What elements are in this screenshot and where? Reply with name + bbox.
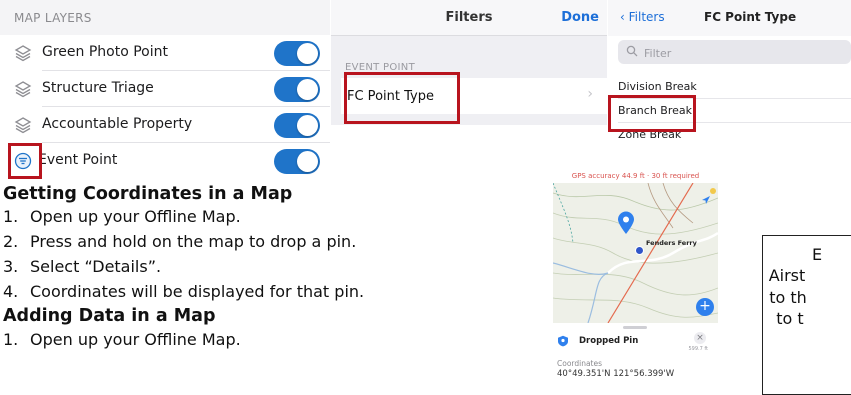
layer-label: Green Photo Point [42, 44, 168, 60]
map-view[interactable]: Fenders Ferry + [553, 183, 718, 323]
step-text: Select “Details”. [30, 257, 162, 276]
callout-text-line: E [811, 245, 823, 264]
close-icon[interactable]: × [694, 332, 706, 344]
dropped-pin-title: Dropped Pin [579, 336, 639, 346]
layer-toggle-green-photo-point[interactable] [274, 41, 320, 66]
step-number: 2. [3, 232, 19, 251]
highlight-box-filter-icon [8, 143, 42, 179]
toggle-knob [297, 151, 318, 172]
callout-text-line: Airst [768, 266, 806, 285]
step-number: 1. [3, 207, 19, 226]
chevron-right-icon: › [587, 86, 593, 102]
step-text: Press and hold on the map to drop a pin. [30, 232, 357, 251]
layer-toggle-structure-triage[interactable] [274, 77, 320, 102]
list-item-label: Division Break [618, 80, 697, 93]
layer-row-structure-triage[interactable]: Structure Triage [0, 71, 330, 107]
gps-accuracy-status: GPS accuracy 44.9 ft · 30 ft required [571, 172, 700, 180]
step-text: Open up your Offline Map. [30, 207, 241, 226]
highlight-box-fc-point-type [344, 72, 460, 124]
layer-label: Event Point [38, 152, 118, 168]
layer-toggle-event-point[interactable] [274, 149, 320, 174]
highlight-box-branch-break [608, 95, 696, 132]
done-button[interactable]: Done [561, 10, 599, 25]
fc-point-type-title: FC Point Type [704, 10, 797, 24]
layers-icon [14, 117, 32, 134]
search-icon [626, 45, 638, 57]
step-text: Open up your Offline Map. [30, 330, 241, 349]
layers-icon [14, 45, 32, 62]
fc-point-type-panel: ‹ Filters FC Point Type Division Break B… [608, 0, 851, 178]
step-number: 4. [3, 282, 19, 301]
layers-icon [14, 81, 32, 98]
instruction-step: 2. Press and hold on the map to drop a pi… [3, 232, 356, 251]
back-button[interactable]: ‹ Filters [620, 10, 665, 24]
toggle-knob [297, 43, 318, 64]
layer-label: Structure Triage [42, 80, 154, 96]
step-text: Coordinates will be displayed for that p… [30, 282, 365, 301]
back-label: Filters [628, 10, 665, 24]
instruction-step: 4. Coordinates will be displayed for that… [3, 282, 364, 301]
section-title-adding-data: Adding Data in a Map [3, 306, 216, 326]
toggle-knob [297, 79, 318, 100]
add-button[interactable]: + [696, 298, 714, 316]
layer-row-green-photo-point[interactable]: Green Photo Point [0, 35, 330, 71]
callout-box: E Airst to th to t [762, 235, 851, 395]
dropped-pin-marker-icon[interactable] [617, 211, 635, 235]
filters-panel: Filters Done EVENT POINT FC Point Type › [331, 0, 607, 125]
step-number: 1. [3, 330, 19, 349]
chevron-left-icon: ‹ [620, 10, 629, 24]
dropped-pin-card[interactable]: Dropped Pin × 599.7 ft Coordinates 40°49… [553, 326, 718, 383]
layer-row-event-point[interactable]: Event Point [0, 143, 330, 179]
callout-text-line: to t [776, 309, 804, 328]
coordinates-value: 40°49.351'N 121°56.399'W [557, 369, 675, 379]
map-layers-panel: MAP LAYERS Green Photo Point Structure T… [0, 0, 330, 179]
filter-search-input[interactable] [642, 43, 846, 63]
layer-row-accountable-property[interactable]: Accountable Property [0, 107, 330, 143]
layer-label: Accountable Property [42, 116, 193, 132]
section-title-getting-coordinates: Getting Coordinates in a Map [3, 184, 293, 204]
filter-search-box[interactable] [618, 40, 851, 64]
drag-handle[interactable] [623, 326, 647, 329]
map-place-label: Fenders Ferry [646, 239, 697, 247]
pin-shield-icon [558, 335, 568, 347]
layer-toggle-accountable-property[interactable] [274, 113, 320, 138]
pin-distance: 599.7 ft [688, 346, 708, 352]
instruction-step: 1. Open up your Offline Map. [3, 330, 241, 349]
map-screenshot: GPS accuracy 44.9 ft · 30 ft required Fe… [551, 168, 720, 383]
navigation-arrow-icon[interactable] [701, 195, 711, 205]
coordinates-label: Coordinates [557, 359, 603, 368]
instruction-step: 1. Open up your Offline Map. [3, 207, 241, 226]
map-layers-header: MAP LAYERS [14, 11, 92, 25]
callout-text-line: to th [769, 288, 807, 307]
toggle-knob [297, 115, 318, 136]
location-dot-icon [635, 246, 644, 255]
step-number: 3. [3, 257, 19, 276]
instruction-step: 3. Select “Details”. [3, 257, 161, 276]
